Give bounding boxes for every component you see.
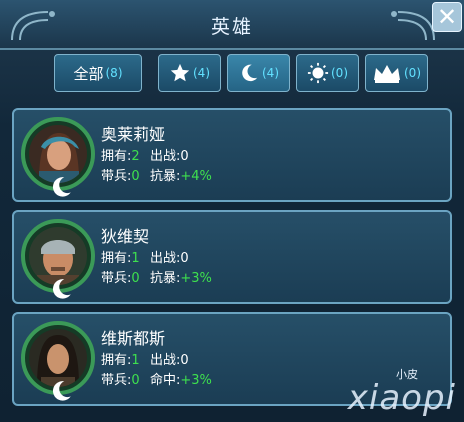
title-bar: 英雄 ✕: [0, 0, 464, 50]
tab-star-count: (4): [193, 66, 210, 80]
star-icon: [170, 63, 190, 82]
moon-icon: [242, 64, 258, 82]
hero-card[interactable]: 狄维契 拥有:1 出战:0 带兵:0 抗暴:+3%: [12, 210, 452, 304]
stat-owned: 拥有:2: [101, 149, 140, 164]
moon-icon: [52, 177, 71, 197]
stat-troops: 带兵:0: [101, 169, 140, 184]
tab-sun[interactable]: (0): [296, 54, 359, 92]
stat-battle: 出战:0: [150, 149, 189, 164]
tab-all-label: 全部: [73, 64, 104, 83]
tab-crown[interactable]: (0): [365, 54, 428, 92]
sun-icon: [307, 62, 329, 84]
tab-all-count: (8): [105, 66, 123, 80]
stat-battle: 出战:0: [150, 353, 189, 368]
crown-icon: [374, 65, 400, 83]
hero-name: 奥莱莉娅: [101, 125, 166, 144]
tab-crown-count: (0): [404, 66, 421, 80]
stat-owned: 拥有:1: [101, 353, 140, 368]
right-ornament-icon: [391, 11, 435, 41]
tab-moon[interactable]: (4): [227, 54, 290, 92]
stat-troops: 带兵:0: [101, 271, 140, 286]
stat-bonus: 抗暴:+4%: [150, 169, 212, 184]
hero-card[interactable]: 奥莱莉娅 拥有:2 出战:0 带兵:0 抗暴:+4%: [12, 108, 452, 202]
close-button[interactable]: ✕: [432, 2, 462, 32]
moon-icon: [52, 381, 71, 401]
hero-name: 狄维契: [101, 227, 150, 246]
tab-all[interactable]: 全部 (8): [54, 54, 142, 92]
moon-icon: [52, 279, 71, 299]
stat-owned: 拥有:1: [101, 251, 140, 266]
stat-bonus: 命中:+3%: [150, 373, 212, 388]
watermark-logo: xiaopi: [347, 378, 456, 418]
stat-battle: 出战:0: [150, 251, 189, 266]
hero-name: 维斯都斯: [101, 329, 166, 348]
stat-bonus: 抗暴:+3%: [150, 271, 212, 286]
hero-panel: 英雄 ✕ 全部 (8) (4) (4) (0) (0) 奥莱莉娅 拥有:2 出战…: [0, 0, 464, 422]
close-icon: ✕: [436, 3, 458, 31]
stat-troops: 带兵:0: [101, 373, 140, 388]
filter-tabs: 全部 (8) (4) (4) (0) (0): [0, 54, 464, 96]
tab-moon-count: (4): [262, 66, 279, 80]
tab-star[interactable]: (4): [158, 54, 221, 92]
tab-sun-count: (0): [331, 66, 348, 80]
